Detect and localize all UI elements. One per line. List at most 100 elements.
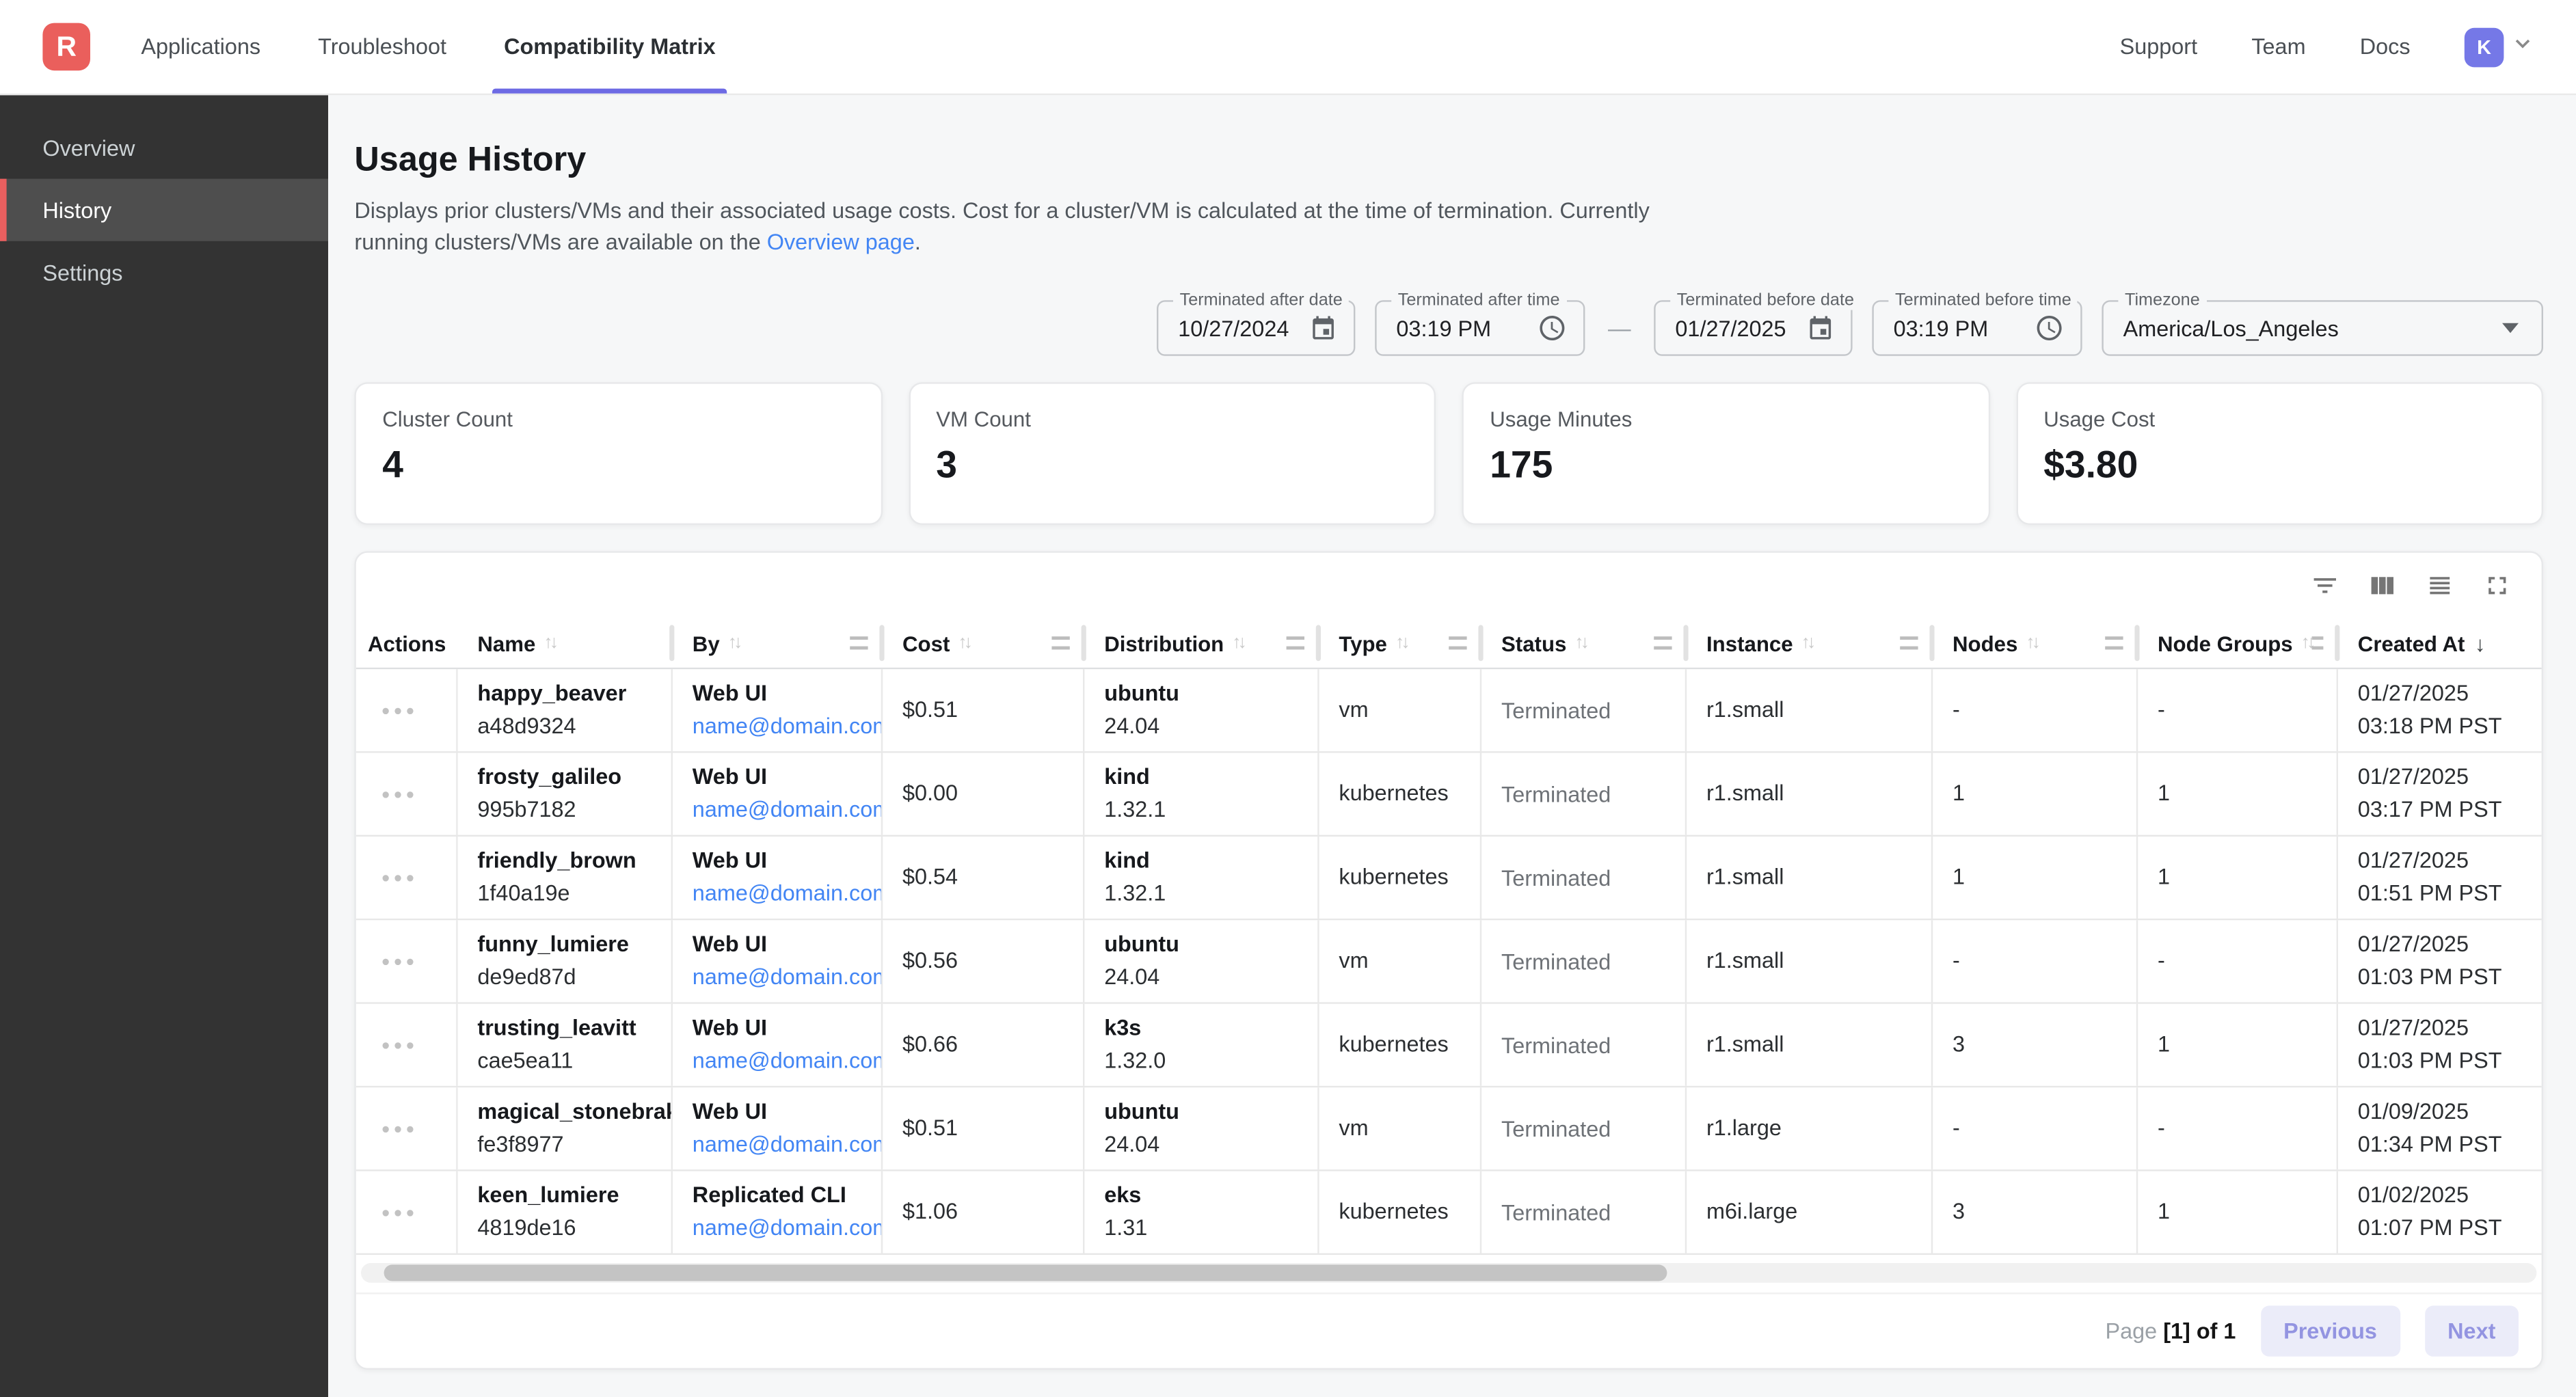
column-header[interactable]: Created At ↑↓ ↓	[2338, 619, 2542, 668]
created-at-cell: 01/27/2025 03:18 PM PST	[2338, 669, 2542, 751]
column-header[interactable]: Distribution ↑↓ ↓	[1084, 619, 1319, 668]
overview-page-link[interactable]: Overview page	[767, 230, 915, 254]
column-header[interactable]: Nodes ↑↓ ↓	[1933, 619, 2138, 668]
calendar-icon[interactable]	[1806, 314, 1834, 342]
terminated-after-date-field[interactable]: Terminated after date 10/27/2024	[1157, 300, 1355, 356]
sort-arrows-icon[interactable]: ↑↓	[728, 633, 740, 653]
column-menu-icon[interactable]	[1654, 636, 1672, 649]
scrollbar-thumb[interactable]	[384, 1264, 1668, 1281]
table-row[interactable]: ●●● trusting_leavitt cae5ea11 Web UI nam…	[356, 1004, 2542, 1087]
calendar-icon[interactable]	[1309, 314, 1337, 342]
terminated-before-date-field[interactable]: Terminated before date 01/27/2025	[1654, 300, 1852, 356]
column-header[interactable]: Name ↑↓ ↓	[458, 619, 673, 668]
tab-compatibility-matrix[interactable]: Compatibility Matrix	[504, 0, 716, 94]
row-actions-menu-icon[interactable]: ●●●	[381, 1037, 418, 1053]
column-menu-icon[interactable]	[2105, 636, 2123, 649]
nav-link-docs[interactable]: Docs	[2360, 34, 2411, 59]
row-actions-menu-icon[interactable]: ●●●	[381, 703, 418, 718]
cluster-name: happy_beaver	[477, 677, 658, 710]
account-menu[interactable]: K	[2465, 27, 2535, 67]
column-header[interactable]: Instance ↑↓ ↓	[1687, 619, 1933, 668]
table-row[interactable]: ●●● magical_stonebraker fe3f8977 Web UI …	[356, 1087, 2542, 1171]
sort-arrows-icon[interactable]: ↑↓	[2301, 633, 2313, 653]
distribution-name: kind	[1104, 761, 1304, 794]
row-actions-menu-icon[interactable]: ●●●	[381, 1121, 418, 1136]
sort-arrows-icon[interactable]: ↑↓	[958, 633, 969, 653]
column-menu-icon[interactable]	[1449, 636, 1466, 649]
column-menu-icon[interactable]	[850, 636, 868, 649]
sort-arrows-icon[interactable]: ↑↓	[1232, 633, 1244, 653]
next-button[interactable]: Next	[2425, 1305, 2519, 1356]
page-title: Usage History	[354, 141, 2543, 180]
created-by-email-link[interactable]: name@domain.com	[693, 710, 868, 743]
fullscreen-icon[interactable]	[2482, 571, 2512, 600]
column-header[interactable]: Node Groups ↑↓ ↓	[2138, 619, 2338, 668]
replicated-logo[interactable]: R	[42, 23, 90, 71]
column-header[interactable]: Status ↑↓ ↓	[1481, 619, 1687, 668]
columns-icon[interactable]	[2367, 571, 2397, 600]
sort-arrows-icon[interactable]: ↑↓	[1801, 633, 1813, 653]
created-by-email-link[interactable]: name@domain.com	[693, 1212, 868, 1245]
previous-button[interactable]: Previous	[2260, 1305, 2400, 1356]
sort-arrows-icon[interactable]: ↑↓	[1395, 633, 1407, 653]
column-label: Distribution	[1104, 631, 1224, 655]
field-value: 03:19 PM	[1396, 316, 1524, 340]
distribution-cell: eks 1.31	[1084, 1171, 1319, 1253]
clock-icon[interactable]	[2035, 313, 2064, 342]
row-actions-menu-icon[interactable]: ●●●	[381, 870, 418, 885]
page-description: Displays prior clusters/VMs and their as…	[354, 195, 1667, 258]
instance-value: r1.small	[1706, 861, 1918, 894]
created-by-email-link[interactable]: name@domain.com	[693, 794, 868, 827]
sidebar-item-overview[interactable]: Overview	[0, 116, 328, 178]
type-cell: kubernetes	[1319, 1004, 1482, 1086]
timezone-select[interactable]: Timezone America/Los_Angeles	[2102, 300, 2543, 356]
created-by-email-link[interactable]: name@domain.com	[693, 1045, 868, 1078]
distribution-version: 24.04	[1104, 961, 1304, 994]
horizontal-scrollbar[interactable]	[361, 1263, 2536, 1283]
column-menu-icon[interactable]	[1900, 636, 1918, 649]
tab-troubleshoot[interactable]: Troubleshoot	[318, 0, 446, 94]
sort-arrows-icon[interactable]: ↑↓	[1574, 633, 1586, 653]
row-actions-menu-icon[interactable]: ●●●	[381, 787, 418, 802]
table-footer: Page [1] of 1 Previous Next	[356, 1292, 2542, 1368]
sidebar-item-settings[interactable]: Settings	[0, 241, 328, 303]
clock-icon[interactable]	[1538, 313, 1567, 342]
nodes-value: 1	[1953, 778, 2123, 811]
created-by-email-link[interactable]: name@domain.com	[693, 1128, 868, 1161]
type-value: kubernetes	[1339, 861, 1466, 894]
created-by-email-link[interactable]: name@domain.com	[693, 961, 868, 994]
created-date: 01/27/2025	[2358, 761, 2529, 794]
cost-value: $0.00	[902, 778, 1070, 811]
row-actions-menu-icon[interactable]: ●●●	[381, 1205, 418, 1220]
column-header[interactable]: Cost ↑↓ ↓	[883, 619, 1084, 668]
column-menu-icon[interactable]	[2312, 636, 2323, 649]
column-menu-icon[interactable]	[1051, 636, 1069, 649]
column-menu-icon[interactable]	[1287, 636, 1304, 649]
type-value: vm	[1339, 1112, 1466, 1145]
nav-link-support[interactable]: Support	[2120, 34, 2198, 59]
created-by-email-link[interactable]: name@domain.com	[693, 878, 868, 910]
avatar[interactable]: K	[2465, 27, 2504, 67]
sort-arrows-icon[interactable]: ↑↓	[544, 633, 555, 653]
filter-icon[interactable]	[2310, 571, 2339, 600]
terminated-after-time-field[interactable]: Terminated after time 03:19 PM	[1375, 300, 1585, 356]
table-row[interactable]: ●●● frosty_galileo 995b7182 Web UI name@…	[356, 753, 2542, 837]
actions-cell: ●●●	[356, 669, 458, 751]
terminated-before-time-field[interactable]: Terminated before time 03:19 PM	[1872, 300, 2082, 356]
sort-desc-icon[interactable]: ↓	[2475, 631, 2486, 655]
table-row[interactable]: ●●● funny_lumiere de9ed87d Web UI name@d…	[356, 920, 2542, 1003]
table-row[interactable]: ●●● keen_lumiere 4819de16 Replicated CLI…	[356, 1171, 2542, 1255]
column-header[interactable]: By ↑↓ ↓	[673, 619, 883, 668]
tab-applications[interactable]: Applications	[141, 0, 260, 94]
table-row[interactable]: ●●● happy_beaver a48d9324 Web UI name@do…	[356, 669, 2542, 752]
created-date: 01/27/2025	[2358, 845, 2529, 878]
density-icon[interactable]	[2425, 571, 2454, 600]
table-row[interactable]: ●●● friendly_brown 1f40a19e Web UI name@…	[356, 837, 2542, 920]
sort-arrows-icon[interactable]: ↑↓	[2026, 633, 2037, 653]
nav-link-team[interactable]: Team	[2251, 34, 2305, 59]
row-actions-menu-icon[interactable]: ●●●	[381, 954, 418, 969]
sidebar-item-history[interactable]: History	[0, 179, 328, 241]
column-header[interactable]: Type ↑↓ ↓	[1319, 619, 1482, 668]
cluster-id: 1f40a19e	[477, 878, 658, 910]
column-header[interactable]: Actions ↑↓ ↓	[356, 619, 458, 668]
